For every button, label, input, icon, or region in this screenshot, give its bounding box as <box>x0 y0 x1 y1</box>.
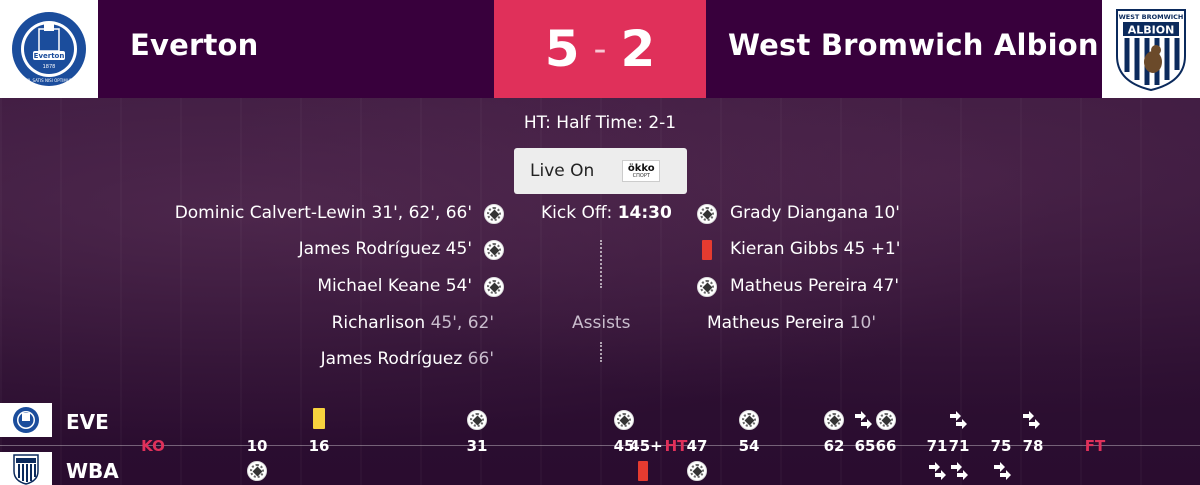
home-goal-event[interactable]: James Rodríguez 45' <box>299 239 472 259</box>
goal-ball-icon[interactable] <box>614 410 634 430</box>
timeline-away-team: WBA <box>66 459 119 483</box>
okko-logo[interactable]: ökko СПОРТ <box>622 160 661 182</box>
kick-off-label: Kick Off: <box>541 203 613 223</box>
timeline-label: 16 <box>308 437 330 455</box>
svg-text:ALBION: ALBION <box>1128 24 1175 37</box>
everton-crest-icon <box>13 407 39 433</box>
away-goal-event[interactable]: Matheus Pereira 47' <box>730 276 899 296</box>
svg-text:Everton: Everton <box>34 52 65 60</box>
west-brom-crest-icon <box>13 454 39 485</box>
goal-ball-icon[interactable] <box>824 410 844 430</box>
divider-dots <box>600 240 602 288</box>
okko-logo-line2: СПОРТ <box>632 172 650 179</box>
timeline-label: 54 <box>738 437 760 455</box>
svg-text:1878: 1878 <box>43 64 56 70</box>
everton-crest-icon: Everton 1878 NIL SATIS NISI OPTIMUM <box>12 12 86 86</box>
home-team-name[interactable]: Everton <box>130 28 259 62</box>
timeline-label-ft: FT <box>1084 437 1106 455</box>
timeline-label: 71 <box>926 437 948 455</box>
timeline-label: 75 <box>990 437 1012 455</box>
timeline-label-ko: KO <box>141 437 165 455</box>
substitution-icon[interactable] <box>927 462 949 480</box>
timeline-label: 66 <box>875 437 897 455</box>
substitution-icon[interactable] <box>948 411 970 429</box>
timeline-label-ht: HT <box>664 437 688 455</box>
away-goal-event[interactable]: Grady Diangana 10' <box>730 203 900 223</box>
match-header: Everton 1878 NIL SATIS NISI OPTIMUM Ever… <box>0 0 1200 98</box>
west-brom-crest-icon: WEST BROMWICH ALBION <box>1116 9 1186 92</box>
assists-label: Assists <box>572 313 631 333</box>
goal-ball-icon[interactable] <box>876 410 896 430</box>
timeline-label: 31 <box>466 437 488 455</box>
substitution-icon[interactable] <box>1021 411 1043 429</box>
goal-ball-icon <box>697 277 717 297</box>
red-card-icon[interactable] <box>638 461 648 481</box>
assist-player: James Rodríguez <box>320 349 463 369</box>
kick-off: Kick Off: 14:30 <box>541 203 672 223</box>
svg-text:NIL SATIS NISI OPTIMUM: NIL SATIS NISI OPTIMUM <box>25 78 74 83</box>
away-score: 2 <box>620 20 656 78</box>
substitution-icon[interactable] <box>992 462 1014 480</box>
west-brom-timeline-crest <box>0 452 52 485</box>
assist-player: Matheus Pereira <box>707 313 845 333</box>
live-on-label: Live On <box>530 161 595 181</box>
live-on-button[interactable]: Live On ökko СПОРТ <box>514 148 687 194</box>
timeline-label: 65 <box>854 437 876 455</box>
timeline-label: 10 <box>246 437 268 455</box>
west-brom-crest[interactable]: WEST BROMWICH ALBION <box>1102 0 1200 98</box>
goal-ball-icon <box>484 204 504 224</box>
goal-ball-icon[interactable] <box>739 410 759 430</box>
timeline-label: 71 <box>948 437 970 455</box>
yellow-card-icon[interactable] <box>313 408 325 429</box>
timeline-home-team: EVE <box>66 410 109 434</box>
goal-ball-icon <box>697 204 717 224</box>
timeline-label: 62 <box>823 437 845 455</box>
assist-minutes: 45', 62' <box>425 313 494 333</box>
goal-ball-icon[interactable] <box>687 461 707 481</box>
timeline-label: 78 <box>1022 437 1044 455</box>
red-card-icon <box>702 240 712 260</box>
goal-ball-icon <box>484 240 504 260</box>
everton-timeline-crest <box>0 403 52 437</box>
substitution-icon[interactable] <box>853 411 875 429</box>
assist-minutes: 10' <box>844 313 877 333</box>
svg-text:WEST BROMWICH: WEST BROMWICH <box>1119 13 1184 21</box>
divider-dots <box>600 342 602 362</box>
half-time-score: HT: Half Time: 2-1 <box>523 113 677 133</box>
assist-minutes: 66' <box>462 349 494 369</box>
away-assist[interactable]: Matheus Pereira 10' <box>707 313 876 333</box>
home-goal-event[interactable]: Dominic Calvert-Lewin 31', 62', 66' <box>175 203 472 223</box>
everton-crest[interactable]: Everton 1878 NIL SATIS NISI OPTIMUM <box>0 0 98 98</box>
timeline-axis <box>0 445 1200 446</box>
home-goal-event[interactable]: Michael Keane 54' <box>317 276 472 296</box>
away-red-card-event[interactable]: Kieran Gibbs 45 +1' <box>730 239 900 259</box>
home-score: 5 <box>544 20 580 78</box>
assist-player: Richarlison <box>331 313 426 333</box>
score-box: 5 - 2 <box>494 0 706 98</box>
score-separator: - <box>593 28 607 70</box>
goal-ball-icon <box>484 277 504 297</box>
home-assist[interactable]: James Rodríguez 66' <box>321 349 494 369</box>
goal-ball-icon[interactable] <box>467 410 487 430</box>
kick-off-time: 14:30 <box>617 203 672 223</box>
home-assist[interactable]: Richarlison 45', 62' <box>332 313 494 333</box>
away-team-name[interactable]: West Bromwich Albion <box>728 28 1099 62</box>
okko-logo-line1: ökko <box>627 162 655 174</box>
substitution-icon[interactable] <box>949 462 971 480</box>
goal-ball-icon[interactable] <box>247 461 267 481</box>
timeline-label: 45+ <box>629 437 663 455</box>
timeline-label: 47 <box>686 437 708 455</box>
